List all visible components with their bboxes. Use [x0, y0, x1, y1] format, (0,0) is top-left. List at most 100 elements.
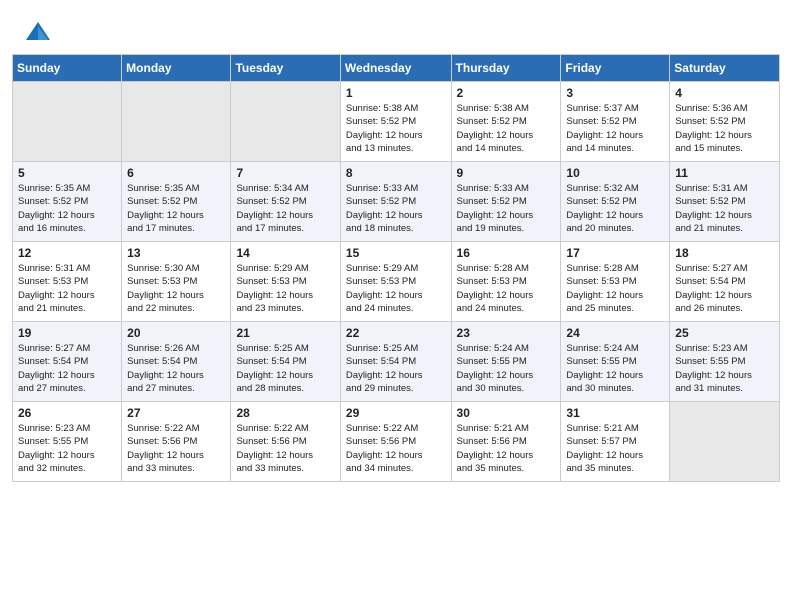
- calendar-week-row: 12 Sunrise: 5:31 AM Sunset: 5:53 PM Dayli…: [13, 242, 780, 322]
- weekday-header: Monday: [122, 55, 231, 82]
- day-number: 9: [457, 166, 556, 180]
- calendar-wrap: SundayMondayTuesdayWednesdayThursdayFrid…: [0, 54, 792, 494]
- calendar-cell: 17 Sunrise: 5:28 AM Sunset: 5:53 PM Dayli…: [561, 242, 670, 322]
- calendar-cell: 1 Sunrise: 5:38 AM Sunset: 5:52 PM Daylig…: [340, 82, 451, 162]
- day-number: 28: [236, 406, 334, 420]
- day-info: Sunrise: 5:35 AM Sunset: 5:52 PM Dayligh…: [18, 182, 116, 235]
- calendar-cell: 13Sunrise: 5:30 AM Sunset: 5:53 PM Dayli…: [122, 242, 231, 322]
- logo-icon: [24, 18, 52, 46]
- day-info: Sunrise: 5:24 AM Sunset: 5:55 PM Dayligh…: [457, 342, 556, 395]
- calendar-header: SundayMondayTuesdayWednesdayThursdayFrid…: [13, 55, 780, 82]
- calendar-cell: 19 Sunrise: 5:27 AM Sunset: 5:54 PM Dayli…: [13, 322, 122, 402]
- day-info: Sunrise: 5:35 AM Sunset: 5:52 PM Dayligh…: [127, 182, 225, 235]
- calendar-cell: 14 Sunrise: 5:29 AM Sunset: 5:53 PM Dayli…: [231, 242, 340, 322]
- calendar-week-row: 26 Sunrise: 5:23 AM Sunset: 5:55 PM Dayli…: [13, 402, 780, 482]
- day-info: Sunrise: 5:28 AM Sunset: 5:53 PM Dayligh…: [566, 262, 664, 315]
- day-info: Sunrise: 5:33 AM Sunset: 5:52 PM Dayligh…: [346, 182, 446, 235]
- day-info: Sunrise: 5:24 AM Sunset: 5:55 PM Dayligh…: [566, 342, 664, 395]
- day-number: 20: [127, 326, 225, 340]
- day-info: Sunrise: 5:28 AM Sunset: 5:53 PM Dayligh…: [457, 262, 556, 315]
- day-number: 5: [18, 166, 116, 180]
- calendar-cell: [231, 82, 340, 162]
- calendar-week-row: 19 Sunrise: 5:27 AM Sunset: 5:54 PM Dayli…: [13, 322, 780, 402]
- day-info: Sunrise: 5:34 AM Sunset: 5:52 PM Dayligh…: [236, 182, 334, 235]
- day-info: Sunrise: 5:26 AM Sunset: 5:54 PM Dayligh…: [127, 342, 225, 395]
- calendar-cell: 24 Sunrise: 5:24 AM Sunset: 5:55 PM Dayli…: [561, 322, 670, 402]
- calendar-cell: 7 Sunrise: 5:34 AM Sunset: 5:52 PM Daylig…: [231, 162, 340, 242]
- weekday-header: Tuesday: [231, 55, 340, 82]
- calendar-cell: 27Sunrise: 5:22 AM Sunset: 5:56 PM Dayli…: [122, 402, 231, 482]
- calendar-week-row: 5 Sunrise: 5:35 AM Sunset: 5:52 PM Daylig…: [13, 162, 780, 242]
- day-info: Sunrise: 5:37 AM Sunset: 5:52 PM Dayligh…: [566, 102, 664, 155]
- calendar-cell: 30 Sunrise: 5:21 AM Sunset: 5:56 PM Dayli…: [451, 402, 561, 482]
- day-number: 31: [566, 406, 664, 420]
- day-info: Sunrise: 5:33 AM Sunset: 5:52 PM Dayligh…: [457, 182, 556, 235]
- calendar-cell: 22Sunrise: 5:25 AM Sunset: 5:54 PM Dayli…: [340, 322, 451, 402]
- calendar-cell: 26 Sunrise: 5:23 AM Sunset: 5:55 PM Dayli…: [13, 402, 122, 482]
- calendar-cell: 28 Sunrise: 5:22 AM Sunset: 5:56 PM Dayli…: [231, 402, 340, 482]
- day-info: Sunrise: 5:27 AM Sunset: 5:54 PM Dayligh…: [675, 262, 774, 315]
- day-number: 22: [346, 326, 446, 340]
- calendar-cell: 23 Sunrise: 5:24 AM Sunset: 5:55 PM Dayli…: [451, 322, 561, 402]
- day-info: Sunrise: 5:22 AM Sunset: 5:56 PM Dayligh…: [346, 422, 446, 475]
- day-info: Sunrise: 5:23 AM Sunset: 5:55 PM Dayligh…: [18, 422, 116, 475]
- day-number: 24: [566, 326, 664, 340]
- day-number: 29: [346, 406, 446, 420]
- day-number: 11: [675, 166, 774, 180]
- day-info: Sunrise: 5:27 AM Sunset: 5:54 PM Dayligh…: [18, 342, 116, 395]
- day-number: 25: [675, 326, 774, 340]
- calendar-cell: 11 Sunrise: 5:31 AM Sunset: 5:52 PM Dayli…: [670, 162, 780, 242]
- calendar-cell: 20 Sunrise: 5:26 AM Sunset: 5:54 PM Dayli…: [122, 322, 231, 402]
- day-number: 10: [566, 166, 664, 180]
- calendar-cell: 10Sunrise: 5:32 AM Sunset: 5:52 PM Dayli…: [561, 162, 670, 242]
- day-info: Sunrise: 5:29 AM Sunset: 5:53 PM Dayligh…: [236, 262, 334, 315]
- calendar-cell: [670, 402, 780, 482]
- day-number: 23: [457, 326, 556, 340]
- calendar-cell: 4Sunrise: 5:36 AM Sunset: 5:52 PM Daylig…: [670, 82, 780, 162]
- day-number: 14: [236, 246, 334, 260]
- day-info: Sunrise: 5:21 AM Sunset: 5:57 PM Dayligh…: [566, 422, 664, 475]
- calendar-cell: 25 Sunrise: 5:23 AM Sunset: 5:55 PM Dayli…: [670, 322, 780, 402]
- weekday-row: SundayMondayTuesdayWednesdayThursdayFrid…: [13, 55, 780, 82]
- day-info: Sunrise: 5:31 AM Sunset: 5:52 PM Dayligh…: [675, 182, 774, 235]
- weekday-header: Friday: [561, 55, 670, 82]
- calendar-table: SundayMondayTuesdayWednesdayThursdayFrid…: [12, 54, 780, 482]
- day-number: 7: [236, 166, 334, 180]
- day-info: Sunrise: 5:30 AM Sunset: 5:53 PM Dayligh…: [127, 262, 225, 315]
- day-number: 18: [675, 246, 774, 260]
- day-number: 17: [566, 246, 664, 260]
- calendar-cell: 5 Sunrise: 5:35 AM Sunset: 5:52 PM Daylig…: [13, 162, 122, 242]
- day-number: 4: [675, 86, 774, 100]
- day-info: Sunrise: 5:23 AM Sunset: 5:55 PM Dayligh…: [675, 342, 774, 395]
- logo: [24, 18, 56, 46]
- day-number: 12: [18, 246, 116, 260]
- day-info: Sunrise: 5:21 AM Sunset: 5:56 PM Dayligh…: [457, 422, 556, 475]
- calendar-cell: 9 Sunrise: 5:33 AM Sunset: 5:52 PM Daylig…: [451, 162, 561, 242]
- day-number: 1: [346, 86, 446, 100]
- day-info: Sunrise: 5:38 AM Sunset: 5:52 PM Dayligh…: [457, 102, 556, 155]
- calendar-cell: [13, 82, 122, 162]
- day-info: Sunrise: 5:38 AM Sunset: 5:52 PM Dayligh…: [346, 102, 446, 155]
- calendar-cell: 29 Sunrise: 5:22 AM Sunset: 5:56 PM Dayli…: [340, 402, 451, 482]
- day-info: Sunrise: 5:25 AM Sunset: 5:54 PM Dayligh…: [236, 342, 334, 395]
- calendar-cell: 16 Sunrise: 5:28 AM Sunset: 5:53 PM Dayli…: [451, 242, 561, 322]
- calendar-week-row: 1 Sunrise: 5:38 AM Sunset: 5:52 PM Daylig…: [13, 82, 780, 162]
- calendar-cell: 3Sunrise: 5:37 AM Sunset: 5:52 PM Daylig…: [561, 82, 670, 162]
- calendar-body: 1 Sunrise: 5:38 AM Sunset: 5:52 PM Daylig…: [13, 82, 780, 482]
- calendar-cell: 21Sunrise: 5:25 AM Sunset: 5:54 PM Dayli…: [231, 322, 340, 402]
- weekday-header: Wednesday: [340, 55, 451, 82]
- day-info: Sunrise: 5:31 AM Sunset: 5:53 PM Dayligh…: [18, 262, 116, 315]
- day-number: 15: [346, 246, 446, 260]
- weekday-header: Sunday: [13, 55, 122, 82]
- weekday-header: Saturday: [670, 55, 780, 82]
- calendar-cell: 6Sunrise: 5:35 AM Sunset: 5:52 PM Daylig…: [122, 162, 231, 242]
- day-info: Sunrise: 5:29 AM Sunset: 5:53 PM Dayligh…: [346, 262, 446, 315]
- day-info: Sunrise: 5:22 AM Sunset: 5:56 PM Dayligh…: [236, 422, 334, 475]
- day-number: 30: [457, 406, 556, 420]
- day-info: Sunrise: 5:22 AM Sunset: 5:56 PM Dayligh…: [127, 422, 225, 475]
- day-number: 16: [457, 246, 556, 260]
- day-number: 8: [346, 166, 446, 180]
- day-number: 26: [18, 406, 116, 420]
- day-number: 19: [18, 326, 116, 340]
- weekday-header: Thursday: [451, 55, 561, 82]
